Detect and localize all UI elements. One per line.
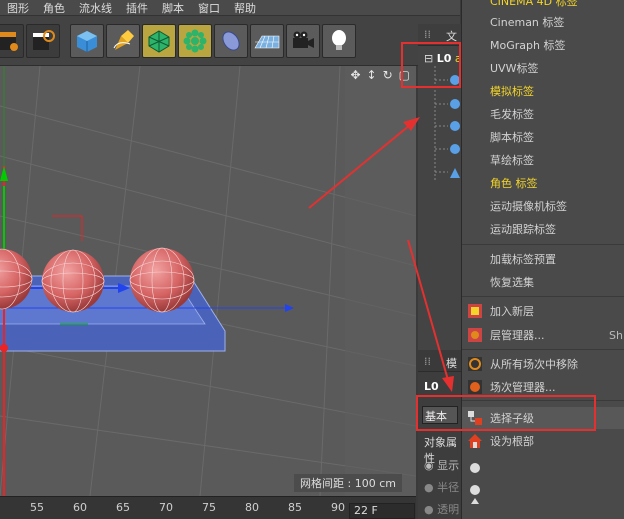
layer-add-icon <box>468 304 482 318</box>
light-icon[interactable] <box>322 24 356 58</box>
ruler-tick: 70 <box>159 501 173 514</box>
take-manager-icon <box>468 380 482 394</box>
menu-item-layer-manager-label: 层管理器... <box>490 329 545 342</box>
menu-item-character-tags[interactable]: 角色 标签 <box>462 172 624 194</box>
ruler-tick: 85 <box>288 501 302 514</box>
layer-manager-shortcut: Sh <box>609 328 623 342</box>
radio-display[interactable]: ◉ 显示 <box>424 457 459 473</box>
frame-field[interactable]: 22 F <box>349 503 415 519</box>
toolbar <box>0 16 460 66</box>
ruler-tick: 90 <box>331 501 345 514</box>
menu-plugins[interactable]: 插件 <box>119 0 155 16</box>
set-root-icon <box>468 434 482 448</box>
menu-window[interactable]: 窗口 <box>191 0 227 16</box>
pen-icon[interactable] <box>106 24 140 58</box>
layer-manager-icon <box>468 328 482 342</box>
cube-icon[interactable] <box>70 24 104 58</box>
menu-pipeline[interactable]: 流水线 <box>72 0 119 16</box>
menu-item-motion-tracking-tags[interactable]: 运动跟踪标签 <box>462 218 624 240</box>
menu-item-script-tags[interactable]: 脚本标签 <box>462 126 624 148</box>
menu-separator <box>462 349 624 350</box>
menu-item-remove-from-all-takes[interactable]: 从所有场次中移除 <box>462 353 624 375</box>
camera-icon[interactable] <box>286 24 320 58</box>
menu-item-set-as-root[interactable]: 设为根部 <box>462 430 624 452</box>
radio-radius-label: 半径 <box>437 481 460 494</box>
menu-separator <box>462 296 624 297</box>
menu-graphics[interactable]: 图形 <box>0 0 36 16</box>
radio-transparent-label: 透明 <box>437 503 460 516</box>
menu-item-simulation-tags[interactable]: 模拟标签 <box>462 80 624 102</box>
attribute-object-icon: L0 <box>424 380 439 393</box>
menu-script[interactable]: 脚本 <box>155 0 191 16</box>
annotation-box-select-children <box>416 395 596 431</box>
menu-item-take-manager-label: 场次管理器... <box>490 381 556 394</box>
radio-display-label: 显示 <box>437 459 460 472</box>
zoom-view-icon[interactable]: ↕ <box>367 68 377 82</box>
grip-icon: ⁞⁞ <box>424 28 431 41</box>
annotation-box-object <box>401 42 461 88</box>
menu-item-sketch-tags[interactable]: 草绘标签 <box>462 149 624 171</box>
deformer-icon[interactable] <box>214 24 248 58</box>
grid-spacing-label: 网格间距 : 100 cm <box>294 474 402 492</box>
menu-item-uvw-tags[interactable]: UVW标签 <box>462 57 624 79</box>
ruler-tick: 60 <box>73 501 87 514</box>
menu-character[interactable]: 角色 <box>36 0 72 16</box>
menu-help[interactable]: 帮助 <box>227 0 263 16</box>
subdivision-icon[interactable] <box>142 24 176 58</box>
radio-transparent[interactable]: ● 透明 <box>424 501 459 517</box>
grip-icon: ⁞⁞ <box>424 355 431 368</box>
rotate-view-icon[interactable]: ↻ <box>383 68 393 82</box>
menu-item-motion-camera-tags[interactable]: 运动摄像机标签 <box>462 195 624 217</box>
menu-separator <box>462 244 624 245</box>
floor-icon[interactable] <box>250 24 284 58</box>
3d-viewport[interactable]: ✥ ↕ ↻ ▢ 网格间距 : 100 cm <box>0 66 416 496</box>
render-clapper-icon[interactable] <box>26 24 60 58</box>
attribute-manager-title: 模 <box>446 357 457 370</box>
menu-item-mograph-tags[interactable]: MoGraph 标签 <box>462 34 624 56</box>
menu-item-load-tag-preset[interactable]: 加载标签预置 <box>462 248 624 270</box>
menu-item-hair-tags[interactable]: 毛发标签 <box>462 103 624 125</box>
menu-item-add-new-layer-label: 加入新层 <box>490 305 534 318</box>
cloner-icon[interactable] <box>178 24 212 58</box>
ruler-tick: 80 <box>245 501 259 514</box>
menu-item-add-new-layer[interactable]: 加入新层 <box>462 300 624 322</box>
ruler-tick: 75 <box>202 501 216 514</box>
ruler-tick: 65 <box>116 501 130 514</box>
context-menu: CINEMA 4D 标签 Cineman 标签 MoGraph 标签 UVW标签… <box>461 0 624 519</box>
menu-item-cineman-tags[interactable]: Cineman 标签 <box>462 11 624 33</box>
radio-radius[interactable]: ● 半径 <box>424 479 459 495</box>
menu-item-restore-selection[interactable]: 恢复选集 <box>462 271 624 293</box>
menu-extra-icons <box>467 458 483 513</box>
ruler-tick: 55 <box>30 501 44 514</box>
menu-item-layer-manager[interactable]: 层管理器... Sh <box>462 324 624 346</box>
menubar: 图形 角色 流水线 插件 脚本 窗口 帮助 <box>0 0 460 16</box>
attribute-manager: ⁞⁞ 模 L0 基本 对象属性 ◉ 显示 ● 半径 ● 透明 <box>418 352 462 519</box>
menu-item-remove-from-all-takes-label: 从所有场次中移除 <box>490 358 578 371</box>
film-clapper-icon[interactable] <box>0 24 24 58</box>
menu-item-set-as-root-label: 设为根部 <box>490 435 534 448</box>
move-view-icon[interactable]: ✥ <box>350 68 360 82</box>
take-remove-icon <box>468 357 482 371</box>
